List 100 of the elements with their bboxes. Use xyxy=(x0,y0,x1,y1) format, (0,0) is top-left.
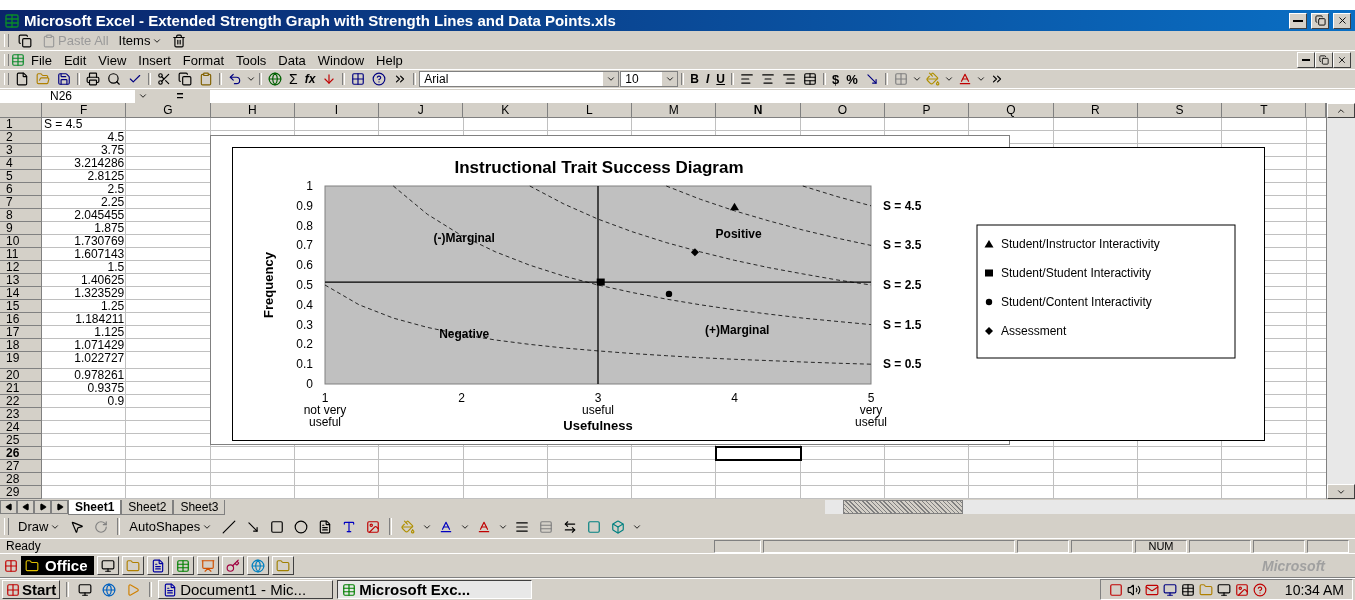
sheet-tab[interactable]: Sheet1 xyxy=(68,499,122,515)
column-header[interactable]: O xyxy=(800,103,885,118)
scroll-up-button[interactable] xyxy=(1327,103,1355,118)
menu-item[interactable]: View xyxy=(92,51,133,69)
row-header[interactable]: 7 xyxy=(0,196,42,209)
menu-item[interactable]: Insert xyxy=(132,51,177,69)
app-button[interactable] xyxy=(121,556,144,575)
menu-item[interactable]: Help xyxy=(370,51,409,69)
function-button[interactable]: fx xyxy=(301,70,319,88)
currency-button[interactable]: $ xyxy=(829,70,843,88)
scroll-thumb[interactable] xyxy=(843,500,963,514)
row-header[interactable]: 14 xyxy=(0,287,42,300)
access-button[interactable] xyxy=(221,556,244,575)
row-header[interactable]: 17 xyxy=(0,326,42,339)
browser-button[interactable] xyxy=(246,556,269,575)
column-header[interactable]: P xyxy=(884,103,970,118)
folder-button[interactable] xyxy=(271,556,294,575)
menu-item[interactable]: File xyxy=(25,51,58,69)
row-header[interactable]: 1 xyxy=(0,118,42,131)
column-header[interactable]: K xyxy=(463,103,548,118)
sheet-tab[interactable]: Sheet3 xyxy=(173,499,226,515)
row-header[interactable]: 5 xyxy=(0,170,42,183)
row-header[interactable]: 25 xyxy=(0,434,42,447)
column-header[interactable]: S xyxy=(1137,103,1223,118)
row-header[interactable]: 8 xyxy=(0,209,42,222)
sheet-tab[interactable]: Sheet2 xyxy=(121,499,174,515)
minimize-button[interactable] xyxy=(1297,52,1315,68)
formula-field[interactable] xyxy=(210,89,1355,103)
row-header[interactable]: 6 xyxy=(0,183,42,196)
italic-button[interactable]: I xyxy=(703,70,713,88)
start-button[interactable]: Start xyxy=(2,580,61,599)
scroll-down-button[interactable] xyxy=(1327,484,1355,499)
tab-scroll-button[interactable] xyxy=(51,500,68,514)
active-cell[interactable] xyxy=(716,447,801,460)
draw-button[interactable]: Draw xyxy=(15,517,64,536)
row-header[interactable]: 22 xyxy=(0,395,42,408)
row-header[interactable]: 20 xyxy=(0,369,42,382)
row-header[interactable]: 24 xyxy=(0,421,42,434)
row-header[interactable]: 16 xyxy=(0,313,42,326)
column-header[interactable]: N xyxy=(716,103,801,118)
tab-scroll-button[interactable] xyxy=(17,500,34,514)
menu-item[interactable]: Format xyxy=(176,51,230,69)
powerpoint-button[interactable] xyxy=(196,556,219,575)
row-header[interactable]: 26 xyxy=(0,447,42,460)
row-header[interactable]: 4 xyxy=(0,157,42,170)
column-header[interactable]: F xyxy=(42,103,127,118)
row-header[interactable]: 23 xyxy=(0,408,42,421)
row-header[interactable]: 13 xyxy=(0,274,42,287)
items-button[interactable]: Items xyxy=(115,31,166,50)
close-button[interactable] xyxy=(1333,12,1351,29)
column-header[interactable]: J xyxy=(379,103,464,118)
row-header[interactable]: 12 xyxy=(0,261,42,274)
tab-scroll-button[interactable] xyxy=(0,500,17,514)
font-size-field[interactable]: 10 xyxy=(620,71,679,87)
name-box[interactable]: N26 xyxy=(0,89,150,103)
column-header[interactable]: G xyxy=(126,103,211,118)
row-header[interactable]: 29 xyxy=(0,486,42,499)
horizontal-scrollbar[interactable] xyxy=(825,500,1355,514)
menu-item[interactable]: Window xyxy=(311,51,371,69)
task-button[interactable]: Microsoft Exc... xyxy=(337,580,533,599)
bold-button[interactable]: B xyxy=(687,70,702,88)
row-header[interactable]: 15 xyxy=(0,300,42,313)
row-header[interactable]: 18 xyxy=(0,339,42,352)
row-header[interactable]: 2 xyxy=(0,131,42,144)
menu-item[interactable]: Edit xyxy=(57,51,93,69)
autoshapes-button[interactable]: AutoShapes xyxy=(126,517,216,536)
row-header[interactable]: 19 xyxy=(0,352,42,369)
row-header[interactable]: 28 xyxy=(0,473,42,486)
tab-scroll-button[interactable] xyxy=(34,500,51,514)
column-header[interactable]: L xyxy=(547,103,633,118)
minimize-button[interactable] xyxy=(1289,12,1307,29)
row-header[interactable]: 11 xyxy=(0,248,42,261)
row-header[interactable]: 27 xyxy=(0,460,42,473)
font-field[interactable]: Arial xyxy=(419,71,620,87)
select-all-button[interactable] xyxy=(0,103,42,118)
restore-button[interactable] xyxy=(1315,52,1333,68)
close-button[interactable] xyxy=(1333,52,1351,68)
menu-item[interactable]: Tools xyxy=(230,51,273,69)
column-header[interactable]: I xyxy=(294,103,380,118)
row-header[interactable]: 3 xyxy=(0,144,42,157)
column-header[interactable]: M xyxy=(632,103,717,118)
vertical-scrollbar[interactable] xyxy=(1326,103,1355,499)
word-button[interactable] xyxy=(146,556,169,575)
excel-button[interactable] xyxy=(171,556,194,575)
column-header[interactable]: R xyxy=(1053,103,1138,118)
column-header[interactable] xyxy=(1306,103,1326,118)
folder-icon xyxy=(125,558,140,573)
restore-button[interactable] xyxy=(1311,12,1329,29)
autosum-button[interactable]: Σ xyxy=(286,70,301,88)
menu-item[interactable]: Data xyxy=(272,51,312,69)
task-button[interactable]: Document1 - Mic... xyxy=(158,580,334,599)
column-header[interactable]: T xyxy=(1222,103,1307,118)
row-header[interactable]: 21 xyxy=(0,382,42,395)
row-header[interactable]: 9 xyxy=(0,222,42,235)
underline-button[interactable]: U xyxy=(713,70,728,88)
app-button[interactable] xyxy=(96,556,119,575)
column-header[interactable]: H xyxy=(210,103,295,118)
column-header[interactable]: Q xyxy=(969,103,1054,118)
row-header[interactable]: 10 xyxy=(0,235,42,248)
percent-button[interactable]: % xyxy=(843,70,861,88)
